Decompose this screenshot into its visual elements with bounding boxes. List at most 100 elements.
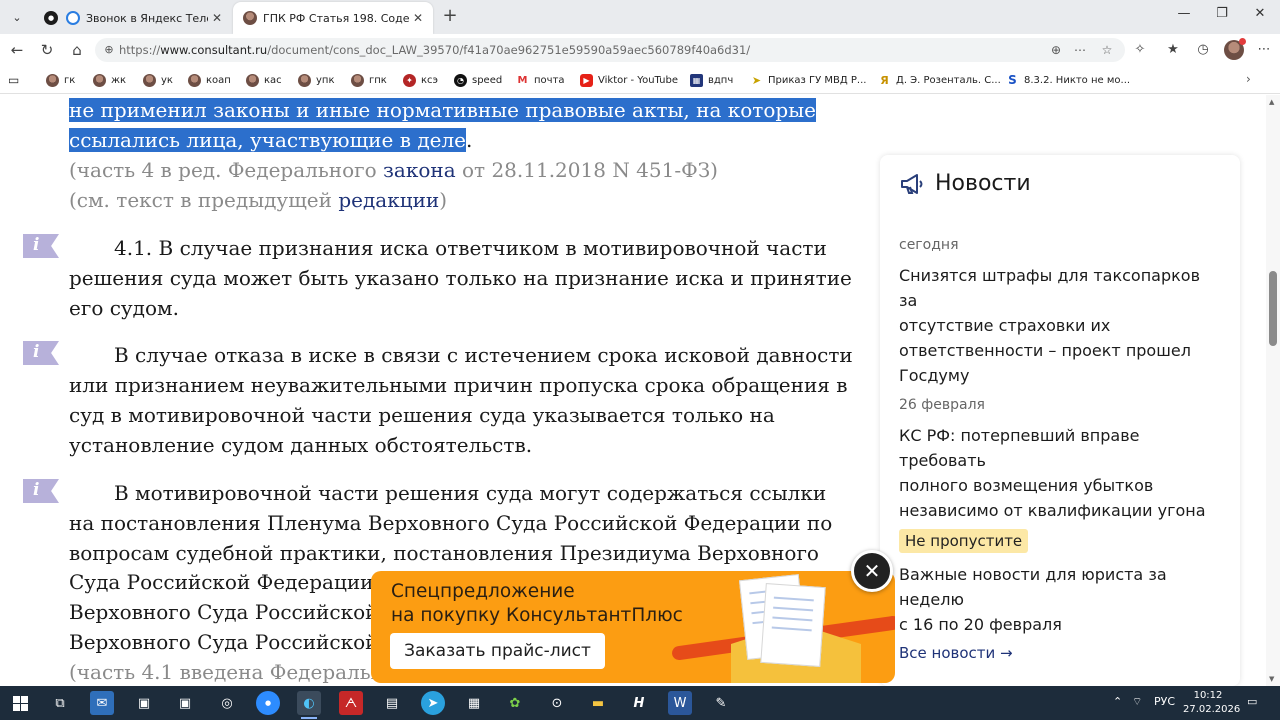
tab-telemost[interactable]: ● Звонок в Яндекс Телемосте ✕: [34, 2, 232, 34]
mail-icon: M: [516, 73, 529, 87]
task-view-icon[interactable]: ⧉: [48, 691, 72, 715]
chevron-right-icon[interactable]: ›: [1246, 72, 1251, 86]
read-aloud-icon[interactable]: ⋯: [1071, 42, 1089, 58]
notifications-icon[interactable]: ▭: [1247, 695, 1257, 708]
bookmark-vdpch[interactable]: ▦ вдпч: [690, 72, 733, 88]
circle-app-icon[interactable]: ◎: [215, 691, 239, 715]
wifi-icon[interactable]: ⌔: [1132, 695, 1142, 709]
speed-icon: ◔: [454, 73, 467, 87]
keyboard-language[interactable]: РУС: [1154, 695, 1175, 708]
law-link[interactable]: закона: [383, 158, 456, 182]
paragraph-line: Верховного Суда Российской: [69, 630, 379, 654]
obs-app-icon[interactable]: ⊙: [545, 691, 569, 715]
avatar-icon: [246, 73, 259, 87]
telemost-icon: [66, 11, 80, 25]
bookmark-kse[interactable]: ✦ ксэ: [403, 72, 438, 88]
h-app-icon[interactable]: H: [627, 691, 651, 715]
all-news-link[interactable]: Все новости →: [899, 644, 1013, 662]
previous-edition-note: (см. текст в предыдущей редакции): [69, 188, 448, 212]
news-item[interactable]: Важные новости для юриста за неделю с 16 …: [899, 562, 1219, 637]
paragraph-line: его судом.: [69, 296, 179, 320]
bookmark-koap[interactable]: коап: [188, 72, 231, 88]
zoom-icon[interactable]: ⊕: [1047, 42, 1065, 58]
bookmark-prikaz[interactable]: ➤ Приказ ГУ МВД Р...: [750, 72, 866, 88]
tray-chevron-icon[interactable]: ⌃: [1113, 695, 1122, 708]
tab-close-icon[interactable]: ✕: [212, 11, 222, 25]
plant-app-icon[interactable]: ✿: [503, 691, 527, 715]
extensions-icon[interactable]: ✧: [1130, 41, 1150, 59]
edge-browser-icon[interactable]: ◐: [297, 691, 321, 719]
scrollbar-thumb[interactable]: [1269, 271, 1277, 346]
amendment-note: (часть 4 в ред. Федерального закона от 2…: [69, 158, 718, 182]
paragraph-line: 4.1. В случае признания иска ответчиком …: [114, 236, 827, 260]
paragraph-line: суд в мотивировочной части решения суда …: [69, 403, 775, 427]
telegram-icon[interactable]: ➤: [421, 691, 445, 715]
paragraph-line: В случае отказа в иске в связи с истечен…: [114, 343, 853, 367]
history-icon[interactable]: ◷: [1193, 41, 1213, 59]
megaphone-icon: [901, 173, 923, 194]
tab-consultant[interactable]: ГПК РФ Статья 198. Содержание решения су…: [233, 2, 433, 34]
ya-icon: Я: [878, 73, 891, 87]
tab-list-chevron-icon[interactable]: ⌄: [5, 6, 29, 28]
bookmarks-folder-icon[interactable]: ▭: [8, 72, 19, 88]
outlook-icon[interactable]: ✉: [90, 691, 114, 715]
favorite-star-icon[interactable]: ☆: [1098, 42, 1116, 58]
bookmark-zhk[interactable]: жк: [93, 72, 126, 88]
info-flag-icon[interactable]: i: [23, 341, 59, 365]
home-icon[interactable]: ⌂: [66, 40, 88, 60]
bookmark-mail[interactable]: Mпочта: [516, 72, 565, 88]
bookmark-kas[interactable]: кас: [246, 72, 282, 88]
bookmark-youtube[interactable]: ▶ Viktor - YouTube: [580, 72, 678, 88]
amendment-note: (часть 4.1 введена Федеральны: [69, 660, 400, 684]
drawing-app-icon[interactable]: ✎: [709, 691, 733, 715]
close-window-button[interactable]: ✕: [1250, 6, 1270, 21]
pdf-reader-icon[interactable]: ᗅ: [339, 691, 363, 715]
tab-title: Звонок в Яндекс Телемосте: [86, 11, 208, 25]
bookmark-gpk[interactable]: гпк: [351, 72, 387, 88]
bookmark-speed[interactable]: ◔ speed: [454, 72, 502, 88]
page-scrollbar[interactable]: ▲ ▼: [1266, 95, 1280, 686]
bookmark-uk[interactable]: ук: [143, 72, 173, 88]
info-flag-icon[interactable]: i: [23, 234, 59, 258]
new-tab-button[interactable]: +: [440, 6, 460, 26]
promo-banner[interactable]: Спецпредложение на покупку КонсультантПл…: [371, 571, 895, 683]
close-icon[interactable]: ✕: [851, 550, 893, 592]
news-panel: Новости сегодня Снизятся штрафы для такс…: [880, 155, 1240, 686]
notes-app-icon[interactable]: ▤: [380, 691, 404, 715]
address-bar[interactable]: ⊕ https://www.consultant.ru/document/con…: [95, 38, 1125, 62]
bookmark-gk[interactable]: гк: [46, 72, 75, 88]
url-text: https://www.consultant.ru/document/cons_…: [119, 43, 751, 57]
maximize-button[interactable]: ❐: [1212, 6, 1232, 21]
edition-link[interactable]: редакции: [338, 188, 439, 212]
menu-dots-icon[interactable]: ⋯: [1254, 41, 1274, 59]
paragraph-line: вопросам судебной практики, постановлени…: [69, 541, 819, 565]
start-windows-icon[interactable]: [8, 691, 32, 715]
promo-subline: на покупку КонсультантПлюс: [391, 605, 683, 626]
window-app-icon[interactable]: ▣: [132, 691, 156, 715]
info-flag-icon[interactable]: i: [23, 479, 59, 503]
bookmark-nikto[interactable]: S 8.3.2. Никто не мо...: [1006, 72, 1130, 88]
scroll-down-icon[interactable]: ▼: [1269, 675, 1274, 683]
zoom-app-icon[interactable]: ●: [256, 691, 280, 715]
window-app-icon[interactable]: ▣: [173, 691, 197, 715]
news-item[interactable]: КС РФ: потерпевший вправе требовать полно…: [899, 423, 1219, 523]
order-price-list-button[interactable]: Заказать прайс-лист: [390, 633, 605, 669]
bookmark-rozental[interactable]: Я Д. Э. Розенталь. С...: [878, 72, 1001, 88]
tab-close-icon[interactable]: ✕: [413, 11, 423, 25]
reload-icon[interactable]: ↻: [36, 40, 58, 60]
back-arrow-icon[interactable]: ←: [6, 40, 28, 60]
file-explorer-icon[interactable]: ▬: [586, 691, 610, 715]
calendar-app-icon[interactable]: ▦: [462, 691, 486, 715]
site-info-icon[interactable]: ⊕: [101, 42, 117, 58]
favorites-icon[interactable]: ★: [1163, 41, 1183, 59]
scroll-up-icon[interactable]: ▲: [1269, 98, 1274, 106]
news-item[interactable]: Снизятся штрафы для таксопарков за отсутс…: [899, 263, 1219, 388]
profile-avatar[interactable]: [1224, 38, 1246, 60]
arrow-icon: ➤: [750, 73, 763, 87]
youtube-icon: ▶: [580, 73, 593, 87]
word-icon[interactable]: W: [668, 691, 692, 715]
bookmark-upk[interactable]: упк: [298, 72, 335, 88]
avatar-icon: [243, 11, 257, 25]
minimize-button[interactable]: —: [1174, 6, 1194, 21]
system-clock[interactable]: 10:12 27.02.2026: [1183, 689, 1240, 717]
